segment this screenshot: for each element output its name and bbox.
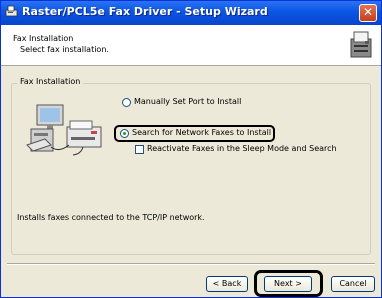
- manual-port-label[interactable]: Manually Set Port to Install: [134, 97, 241, 106]
- title-bar[interactable]: Raster/PCL5e Fax Driver - Setup Wizard ✕: [1, 1, 381, 25]
- group-label: Fax Installation: [17, 77, 84, 86]
- next-button[interactable]: Next >: [264, 276, 312, 292]
- cancel-button[interactable]: Cancel: [331, 276, 375, 292]
- close-button[interactable]: ✕: [359, 4, 377, 22]
- close-icon: ✕: [362, 5, 374, 19]
- wizard-header: Fax Installation Select fax installation…: [1, 25, 381, 66]
- reactivate-sleep-checkbox[interactable]: [135, 145, 144, 154]
- page-subtitle: Select fax installation.: [20, 45, 109, 54]
- wizard-fax-icon: [350, 31, 372, 58]
- manual-port-radio[interactable]: [122, 98, 131, 107]
- search-network-radio[interactable]: [120, 129, 129, 138]
- option-description: Installs faxes connected to the TCP/IP n…: [17, 213, 205, 222]
- window-title: Raster/PCL5e Fax Driver - Setup Wizard: [22, 5, 268, 18]
- setup-wizard-window: Raster/PCL5e Fax Driver - Setup Wizard ✕…: [0, 0, 382, 298]
- footer-divider: [7, 263, 375, 265]
- reactivate-sleep-label[interactable]: Reactivate Faxes in the Sleep Mode and S…: [147, 144, 337, 153]
- back-button[interactable]: < Back: [206, 276, 248, 292]
- fax-icon: [5, 5, 18, 17]
- search-network-label[interactable]: Search for Network Faxes to Install: [132, 128, 271, 137]
- page-title: Fax Installation: [13, 34, 74, 43]
- computer-printer-illustration: [26, 104, 102, 156]
